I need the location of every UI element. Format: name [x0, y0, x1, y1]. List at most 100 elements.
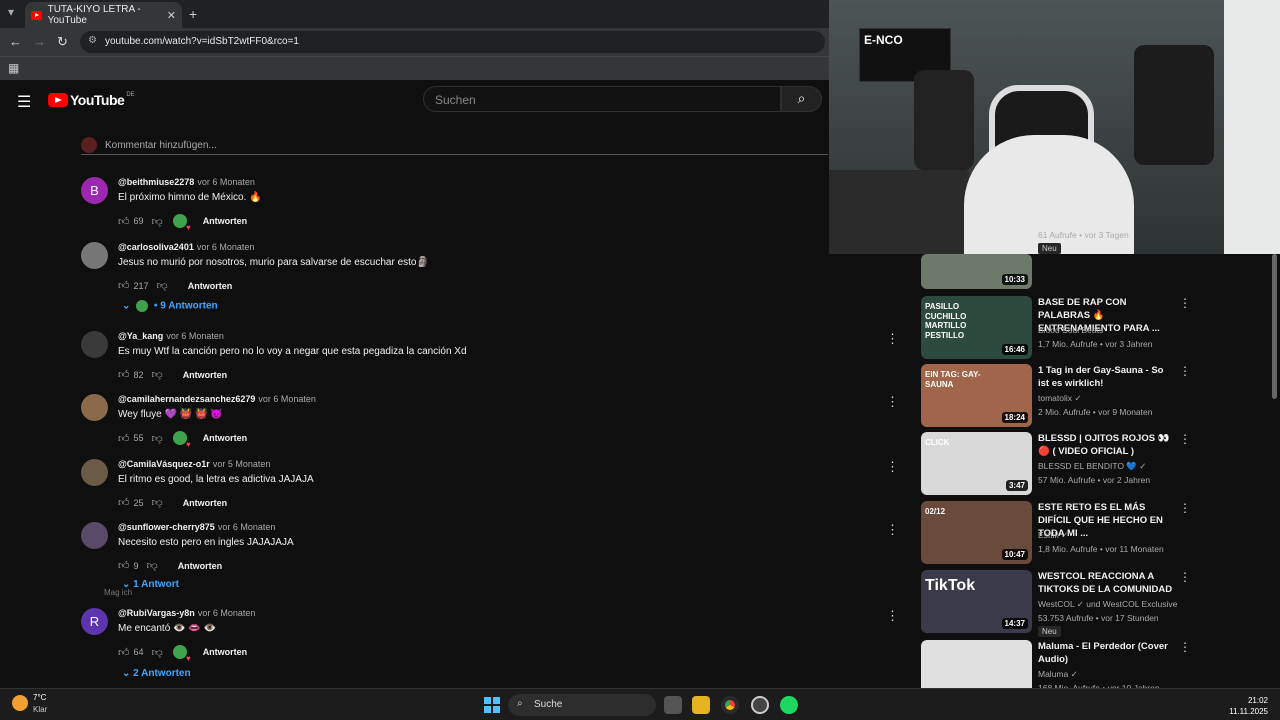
- forward-icon[interactable]: →: [33, 34, 46, 49]
- video-title[interactable]: BLESSD | OJITOS ROJOS 👀 🔴 ( VIDEO OFICIA…: [1038, 432, 1173, 458]
- chrome-icon[interactable]: [721, 696, 739, 714]
- more-options-icon[interactable]: ⋮: [1179, 296, 1191, 310]
- url-field[interactable]: ⚙ youtube.com/watch?v=idSbT2wtFF0&rco=1: [80, 31, 825, 53]
- new-tab-icon[interactable]: +: [189, 6, 197, 22]
- video-thumbnail[interactable]: CLICK 3:47: [921, 432, 1032, 495]
- video-thumbnail[interactable]: 10:33: [921, 254, 1032, 289]
- menu-icon[interactable]: ☰: [17, 92, 31, 112]
- video-title[interactable]: Maluma - El Perdedor (Cover Audio): [1038, 640, 1173, 666]
- dislike-icon[interactable]: 👎︎: [152, 432, 163, 445]
- more-options-icon[interactable]: ⋮: [886, 608, 899, 624]
- avatar[interactable]: B: [81, 177, 108, 204]
- close-tab-icon[interactable]: ✕: [167, 9, 176, 22]
- like-icon[interactable]: 👍︎: [118, 559, 130, 572]
- spotify-icon[interactable]: [780, 696, 798, 714]
- add-comment-field[interactable]: Kommentar hinzufügen...: [81, 137, 828, 155]
- video-channel[interactable]: BLESSD EL BENDITO 💙 ✓: [1038, 461, 1146, 472]
- file-explorer-icon[interactable]: [692, 696, 710, 714]
- avatar[interactable]: [81, 394, 108, 421]
- like-icon[interactable]: 👍︎: [118, 279, 130, 292]
- comment-time[interactable]: vor 6 Monaten: [166, 331, 224, 341]
- more-options-icon[interactable]: ⋮: [886, 522, 899, 538]
- like-count: 69: [133, 216, 144, 226]
- search-button[interactable]: ⌕: [781, 86, 822, 112]
- comment-author[interactable]: @CamilaVásquez-o1r: [118, 459, 210, 469]
- like-icon[interactable]: 👍︎: [118, 368, 130, 381]
- task-view-icon[interactable]: [664, 696, 682, 714]
- video-channel[interactable]: Esttik ✓: [1038, 530, 1068, 541]
- comment-time[interactable]: vor 6 Monaten: [197, 242, 255, 252]
- search-input[interactable]: Suchen: [423, 86, 781, 112]
- scrollbar[interactable]: [1272, 254, 1277, 399]
- avatar[interactable]: [81, 459, 108, 486]
- comment-author[interactable]: @Ya_kang: [118, 331, 163, 341]
- dislike-icon[interactable]: 👎︎: [157, 279, 168, 292]
- video-duration: 18:24: [1001, 412, 1028, 423]
- youtube-logo[interactable]: YouTube DE: [48, 92, 135, 108]
- more-options-icon[interactable]: ⋮: [1179, 501, 1191, 515]
- more-options-icon[interactable]: ⋮: [1179, 432, 1191, 446]
- system-clock[interactable]: 21:02 11.11.2025: [1228, 695, 1268, 717]
- like-icon[interactable]: 👍︎: [118, 432, 130, 445]
- video-channel[interactable]: Maluma ✓: [1038, 669, 1078, 680]
- tab-list-icon[interactable]: ▾: [8, 5, 14, 19]
- avatar[interactable]: [81, 242, 108, 269]
- replies-count: 9 Antworten: [160, 300, 218, 312]
- more-options-icon[interactable]: ⋮: [1179, 570, 1191, 584]
- comment-author[interactable]: @sunflower-cherry875: [118, 522, 215, 532]
- reply-button[interactable]: Antworten: [183, 370, 228, 380]
- dislike-icon[interactable]: 👎︎: [152, 496, 163, 509]
- dislike-icon[interactable]: 👎︎: [147, 559, 158, 572]
- apps-grid-icon[interactable]: ▦: [8, 61, 19, 75]
- comment-time[interactable]: vor 6 Monaten: [197, 177, 255, 187]
- comment-time[interactable]: vor 6 Monaten: [218, 522, 276, 532]
- dislike-icon[interactable]: 👎︎: [152, 368, 163, 381]
- video-thumbnail[interactable]: TikTok 14:37: [921, 570, 1032, 633]
- video-thumbnail[interactable]: EIN TAG: GAY-SAUNA 18:24: [921, 364, 1032, 427]
- comment-time[interactable]: vor 5 Monaten: [213, 459, 271, 469]
- avatar[interactable]: [81, 522, 108, 549]
- browser-tab[interactable]: TUTA-KIYO LETRA - YouTube ✕: [25, 2, 182, 28]
- more-options-icon[interactable]: ⋮: [1179, 364, 1191, 378]
- back-icon[interactable]: ←: [9, 34, 22, 49]
- reply-button[interactable]: Antworten: [183, 498, 228, 508]
- video-channel[interactable]: WestCOL ✓ und WestCOL Exclusive: [1038, 599, 1177, 610]
- comment-text: Me encantó 👁️ 👄 👁️: [118, 623, 216, 634]
- dislike-icon[interactable]: 👎︎: [152, 215, 163, 228]
- like-icon[interactable]: 👍︎: [118, 496, 130, 509]
- more-options-icon[interactable]: ⋮: [886, 459, 899, 475]
- like-icon[interactable]: 👍︎: [118, 646, 130, 659]
- avatar[interactable]: [81, 331, 108, 358]
- show-replies-button[interactable]: ⌄ 2 Antworten: [122, 668, 191, 679]
- more-options-icon[interactable]: ⋮: [886, 331, 899, 347]
- reply-button[interactable]: Antworten: [203, 433, 248, 443]
- video-thumbnail[interactable]: PASILLO CUCHILLO MARTILLO PESTILLO 16:46: [921, 296, 1032, 359]
- video-thumbnail[interactable]: 02/12 10:47: [921, 501, 1032, 564]
- reply-button[interactable]: Antworten: [178, 561, 223, 571]
- video-channel[interactable]: tomatolix ✓: [1038, 393, 1082, 404]
- more-options-icon[interactable]: ⋮: [886, 394, 899, 410]
- video-title[interactable]: WESTCOL REACCIONA A TIKTOKS DE LA COMUNI…: [1038, 570, 1173, 596]
- comment-author[interactable]: @carlosoliva2401: [118, 242, 194, 252]
- reload-icon[interactable]: ↻: [57, 34, 68, 50]
- comment-author[interactable]: @RubiVargas-y8n: [118, 608, 195, 618]
- reply-button[interactable]: Antworten: [203, 216, 248, 226]
- video-channel[interactable]: Blood Soul Beats: [1038, 325, 1103, 335]
- more-options-icon[interactable]: ⋮: [1179, 640, 1191, 654]
- taskbar-search[interactable]: ⌕ Suche: [508, 694, 656, 716]
- app-icon[interactable]: [751, 696, 769, 714]
- reply-button[interactable]: Antworten: [203, 647, 248, 657]
- comment-author[interactable]: @camilahernandezsanchez6279: [118, 394, 255, 404]
- windows-start-icon[interactable]: [484, 697, 500, 713]
- show-replies-button[interactable]: ⌄ • 9 Antworten: [122, 300, 218, 312]
- like-icon[interactable]: 👍︎: [118, 215, 130, 228]
- dislike-icon[interactable]: 👎︎: [152, 646, 163, 659]
- reply-button[interactable]: Antworten: [188, 281, 233, 291]
- avatar[interactable]: R: [81, 608, 108, 635]
- comment-author[interactable]: @beithmiuse2278: [118, 177, 194, 187]
- comment-actions: 👍︎ 82 👎︎ Antworten: [118, 368, 227, 381]
- video-title[interactable]: 1 Tag in der Gay-Sauna - So ist es wirkl…: [1038, 364, 1173, 390]
- site-info-icon[interactable]: ⚙: [88, 35, 97, 46]
- comment-time[interactable]: vor 6 Monaten: [258, 394, 316, 404]
- comment-time[interactable]: vor 6 Monaten: [198, 608, 256, 618]
